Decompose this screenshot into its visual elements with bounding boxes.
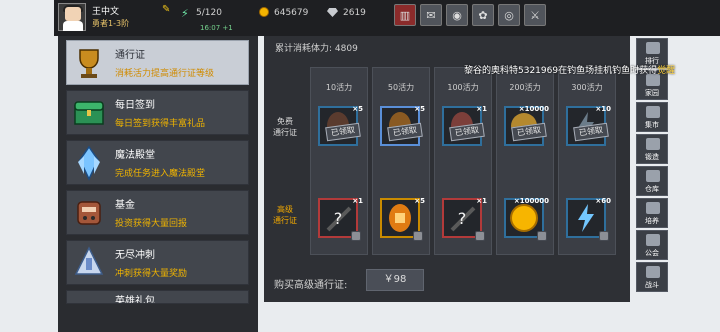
menu-title: 魔法殿堂 [115,150,155,161]
announcement-highlight: 觉醒 [657,66,676,76]
settings-icon[interactable]: ✿ [472,4,494,26]
gamepad-icon[interactable]: ◉ [446,4,468,26]
column-header: 300活力 [571,83,603,92]
lock-icon [599,231,609,241]
gold-value: 645679 [274,8,309,18]
svg-text:?: ? [334,209,343,228]
right-menu-train[interactable]: 培养 [636,198,668,228]
reward-multiplier: ×100000 [513,197,549,205]
menu-subtitle: 投资获得大量回报 [115,219,188,229]
right-menu-warehouse[interactable]: 仓库 [636,166,668,196]
total-energy-label: 累计消耗体力: 4809 [275,44,358,54]
color-wheel-icon[interactable]: ◎ [498,4,520,26]
free-pass-label: 免费 通行证 [273,117,297,137]
energy-icon: ⚡ [181,7,189,20]
free-reward-slot[interactable]: ×10000 已领取 [504,105,549,146]
right-menu-forge[interactable]: 锻造 [636,134,668,164]
reward-multiplier: ×5 [352,105,363,113]
buy-premium-button[interactable]: ￥98 [366,269,424,291]
menu-title: 无尽冲刺 [115,250,155,261]
announcement-text: 黎谷的奥科特5321969在钓鱼场挂机钓鱼时获得 [464,66,658,76]
crystal-icon [78,145,100,181]
menu-subtitle: 消耗活力提高通行证等级 [115,69,215,79]
gem-value: 2619 [343,8,366,18]
background [672,36,720,332]
right-menu-guild[interactable]: 公会 [636,230,668,260]
energy-value: 5/120 [196,8,222,18]
reward-multiplier: ×1 [352,197,363,205]
reward-multiplier: ×1 [476,197,487,205]
menu-subtitle: 完成任务进入魔法殿堂 [115,169,206,179]
warehouse-icon [646,170,660,182]
menu-subtitle: 冲刺获得大量奖励 [115,269,188,279]
player-rank: 勇者1-3阶 [92,19,130,28]
lock-icon [537,231,547,241]
premium-reward-slot[interactable]: ×5 [380,197,425,241]
menu-item-pass[interactable]: 通行证 消耗活力提高通行证等级 [66,40,249,85]
premium-pass-label: 高级 通行证 [273,205,297,225]
premium-reward-slot[interactable]: ? ×1 [318,197,363,241]
menu-item-daily-checkin[interactable]: 每日签到 每日签到获得丰富礼品 [66,90,249,135]
menu-title: 基金 [115,200,135,211]
column-header: 100活力 [447,83,479,92]
reward-multiplier: ×60 [595,197,611,205]
lock-icon [413,231,423,241]
lock-icon [475,231,485,241]
shop-icon[interactable]: ▥ [394,4,416,26]
avatar[interactable] [58,3,86,31]
menu-title: 英雄礼包 [115,296,155,304]
free-reward-slot[interactable]: ×5 已领取 [380,105,425,146]
sword-icon[interactable]: ⚔ [524,4,546,26]
reward-multiplier: ×5 [414,105,425,113]
column-header: 200活力 [509,83,541,92]
rank-icon [646,42,660,54]
menu-title: 每日签到 [115,100,155,111]
right-menu-battle[interactable]: 战斗 [636,262,668,292]
buy-premium-label: 购买高级通行证: [274,280,348,291]
train-icon [646,202,660,214]
edit-icon[interactable]: ✎ [162,4,170,15]
menu-item-magic-hall[interactable]: 魔法殿堂 完成任务进入魔法殿堂 [66,140,249,185]
anvil-icon [646,138,660,150]
column-header: 10活力 [325,83,353,92]
menu-item-fund[interactable]: 基金 投资获得大量回报 [66,190,249,235]
menu-subtitle: 每日签到获得丰富礼品 [115,119,206,129]
free-reward-slot[interactable]: ×1 已领取 [442,105,487,146]
fund-icon [77,201,101,225]
reward-multiplier: ×5 [414,197,425,205]
free-reward-slot[interactable]: ×10 已领取 [566,105,611,146]
mail-icon[interactable]: ✉ [420,4,442,26]
reward-multiplier: ×10000 [518,105,549,113]
premium-reward-slot[interactable]: ×60 [566,197,611,241]
menu-item-endless-sprint[interactable]: 无尽冲刺 冲刺获得大量奖励 [66,240,249,285]
premium-reward-slot[interactable]: ? ×1 [442,197,487,241]
announcement-ticker: 黎谷的奥科特5321969在钓鱼场挂机钓鱼时获得觉醒 [464,63,675,76]
battle-icon [646,266,660,278]
sprint-icon [74,246,104,275]
energy-timer: 16:07 +1 [200,24,233,32]
gold-icon [259,7,269,17]
player-name: 王中文 [92,7,120,17]
trophy-icon [79,49,99,78]
top-bar [54,0,720,36]
guild-icon [646,234,660,246]
column-header: 50活力 [387,83,415,92]
reward-multiplier: ×1 [476,105,487,113]
menu-title: 通行证 [115,50,145,61]
free-reward-slot[interactable]: ×5 已领取 [318,105,363,146]
menu-item-hero-pack[interactable]: 英雄礼包 [66,290,249,304]
lock-icon [351,231,361,241]
chest-icon [74,101,104,125]
right-menu-market[interactable]: 集市 [636,102,668,132]
market-icon [646,106,660,118]
svg-text:?: ? [458,209,467,228]
premium-reward-slot[interactable]: ×100000 [504,197,549,241]
reward-multiplier: ×10 [595,105,611,113]
